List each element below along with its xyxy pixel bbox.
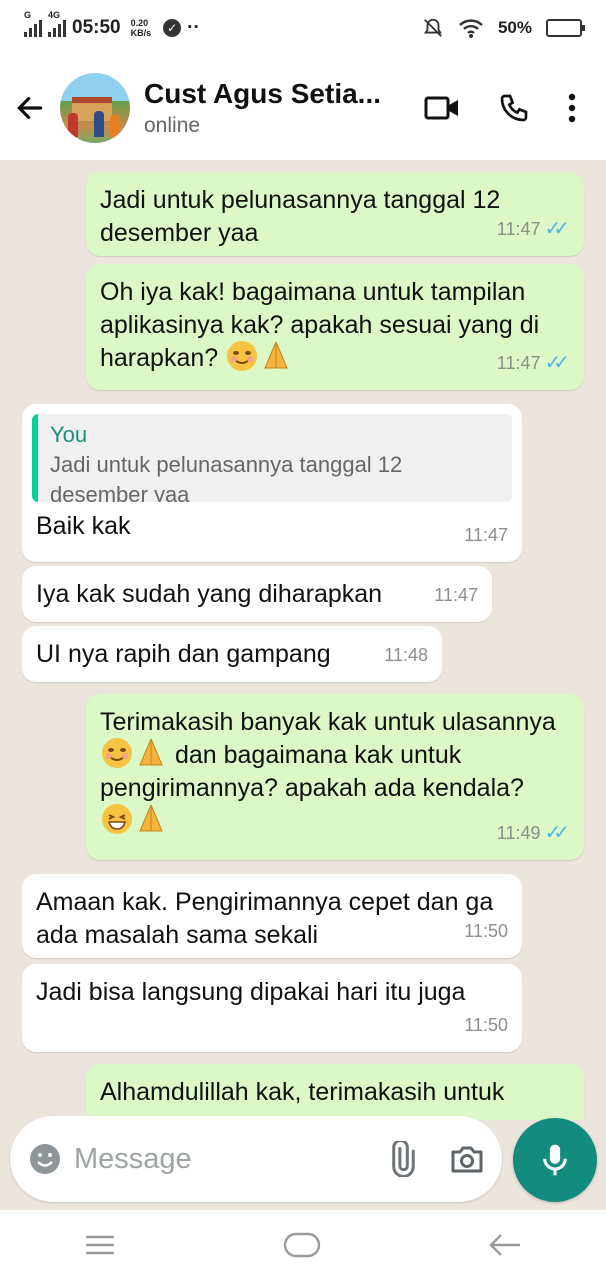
read-ticks-icon: ✓✓ [544,218,569,240]
message-text: UI nya rapih dan gampang [36,640,331,668]
message-text: Iya kak sudah yang diharapkan [36,580,383,608]
status-bar: G 4G 05:50 0.20 KB/s ✓ ·· 50% [0,0,606,56]
folded-hands-icon [139,739,163,766]
message-time: 11:47 [434,585,478,605]
message-text-part-a: Terimakasih banyak kak untuk ulasannya [100,708,556,736]
message-text: Alhamdulillah kak, terimakasih untuk [100,1078,505,1106]
read-ticks-icon: ✓✓ [544,352,569,374]
message-composer [10,1116,502,1202]
home-icon[interactable] [283,1232,321,1258]
message-text: Jadi untuk pelunasannya tanggal 12 desem… [100,186,501,247]
smiling-face-icon [102,738,132,769]
message-text: Jadi bisa langsung dipakai hari itu juga [36,978,466,1006]
chat-header: Cust Agus Setia... online [0,56,606,160]
message-input[interactable] [74,1142,354,1176]
phone-icon[interactable] [498,92,530,124]
quote-text: Jadi untuk pelunasannya tanggal 12 desem… [50,452,403,502]
arrow-left-icon [17,97,43,119]
message-incoming[interactable]: Iya kak sudah yang diharapkan 11:47 [22,566,492,622]
message-outgoing[interactable]: Oh iya kak! bagaimana untuk tampilan apl… [86,264,584,390]
status-time: 05:50 [72,17,121,38]
chat-area[interactable]: Jadi untuk pelunasannya tanggal 12 desem… [0,160,606,1120]
message-outgoing[interactable]: Terimakasih banyak kak untuk ulasannya d… [86,694,584,860]
contact-info[interactable]: Cust Agus Setia... online [144,78,381,138]
message-time: 11:47 [496,353,541,373]
silent-alarm-icon [423,18,443,37]
message-time: 11:50 [464,921,508,941]
message-time: 11:47 [496,219,541,239]
message-outgoing[interactable]: Alhamdulillah kak, terimakasih untuk [86,1064,584,1120]
system-nav-bar [0,1210,606,1280]
battery-percent: 50% [497,18,532,37]
quote-author: You [50,422,88,447]
message-text: Amaan kak. Pengirimannya cepet dan ga ad… [36,888,494,949]
network-g-label: G [24,10,32,20]
camera-icon[interactable] [450,1144,484,1174]
message-text: Oh iya kak! bagaimana untuk tampilan apl… [100,278,540,372]
network-speed: 0.20 KB/s [131,18,152,38]
emoji-icon[interactable] [28,1142,62,1176]
nav-back-icon[interactable] [488,1232,522,1258]
signal-icon: G [24,10,42,37]
message-outgoing[interactable]: Jadi untuk pelunasannya tanggal 12 desem… [86,172,584,256]
speed-value: 0.20 [130,18,149,28]
wifi-icon [459,19,483,38]
paperclip-icon[interactable] [384,1141,420,1177]
network-4g-label: 4G [48,10,61,20]
voice-message-button[interactable] [513,1118,597,1202]
quoted-message[interactable]: You Jadi untuk pelunasannya tanggal 12 d… [32,414,512,502]
notification-icon: ✓ [163,19,182,37]
grinning-face-icon [102,804,132,835]
more-notifications-dots: ·· [187,17,200,38]
message-time: 11:49 [496,823,541,843]
read-ticks-icon: ✓✓ [544,822,569,844]
message-time: 11:47 [464,525,508,545]
recent-apps-icon[interactable] [84,1233,116,1257]
folded-hands-icon [264,342,288,369]
more-vertical-icon[interactable] [568,93,576,123]
folded-hands-icon [139,805,163,832]
microphone-icon [543,1144,567,1176]
smiling-face-icon [227,341,258,372]
message-time: 11:50 [464,1015,508,1035]
video-call-icon[interactable] [424,94,460,122]
message-text: Baik kak [36,512,131,540]
avatar[interactable] [60,73,130,143]
speed-unit: KB/s [130,28,152,38]
signal-4g-icon: 4G [48,10,66,37]
message-incoming[interactable]: Amaan kak. Pengirimannya cepet dan ga ad… [22,874,522,958]
contact-status: online [144,114,201,137]
message-incoming[interactable]: Jadi bisa langsung dipakai hari itu juga… [22,964,522,1052]
back-button[interactable] [0,92,60,124]
message-time: 11:48 [384,645,428,665]
contact-name: Cust Agus Setia... [144,78,382,109]
message-incoming[interactable]: You Jadi untuk pelunasannya tanggal 12 d… [22,404,522,562]
message-incoming[interactable]: UI nya rapih dan gampang 11:48 [22,626,442,682]
battery-icon [546,19,585,37]
